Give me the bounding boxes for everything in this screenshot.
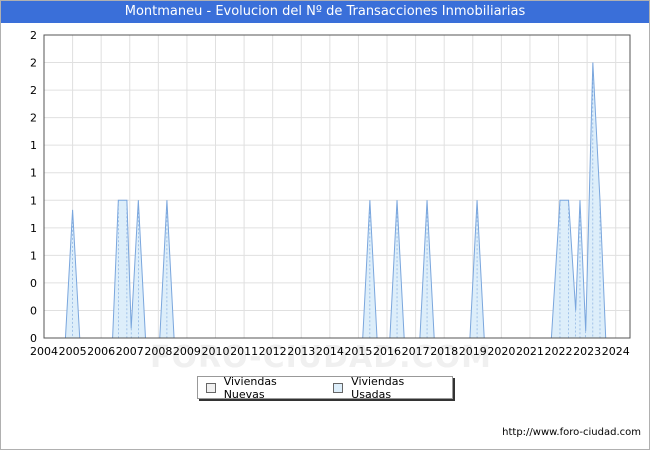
plot-area <box>44 35 630 338</box>
y-tick-label: 1 <box>30 194 37 207</box>
y-tick-label: 2 <box>30 112 37 125</box>
legend-swatch-usadas <box>333 382 344 393</box>
x-tick-label: 2022 <box>545 345 573 358</box>
x-tick-label: 2023 <box>573 345 601 358</box>
y-tick-label: 0 <box>30 277 37 290</box>
x-tick-label: 2021 <box>516 345 544 358</box>
y-tick-label: 2 <box>30 29 37 42</box>
x-tick-label: 2011 <box>230 345 258 358</box>
y-tick-label: 0 <box>30 332 37 345</box>
x-tick-label: 2010 <box>202 345 230 358</box>
x-tick-label: 2004 <box>30 345 58 358</box>
x-tick-label: 2014 <box>316 345 344 358</box>
x-tick-label: 2016 <box>373 345 401 358</box>
x-tick-label: 2013 <box>287 345 315 358</box>
x-tick-label: 2006 <box>87 345 115 358</box>
x-tick-label: 2024 <box>602 345 630 358</box>
x-tick-label: 2005 <box>59 345 87 358</box>
y-tick-label: 2 <box>30 84 37 97</box>
legend: Viviendas Nuevas Viviendas Usadas <box>197 375 453 401</box>
footer-url: http://www.foro-ciudad.com <box>502 427 641 438</box>
legend-item-usadas: Viviendas Usadas <box>333 375 444 401</box>
legend-item-nuevas: Viviendas Nuevas <box>206 375 317 401</box>
x-tick-label: 2017 <box>402 345 430 358</box>
x-tick-label: 2012 <box>259 345 287 358</box>
y-tick-label: 1 <box>30 167 37 180</box>
x-tick-label: 2007 <box>116 345 144 358</box>
x-tick-label: 2009 <box>173 345 201 358</box>
legend-label-nuevas: Viviendas Nuevas <box>223 374 277 401</box>
x-tick-label: 2019 <box>459 345 487 358</box>
x-tick-label: 2018 <box>430 345 458 358</box>
x-tick-label: 2015 <box>344 345 372 358</box>
y-tick-label: 2 <box>30 57 37 70</box>
legend-swatch-nuevas <box>206 382 216 393</box>
x-tick-label: 2020 <box>487 345 515 358</box>
y-tick-label: 1 <box>30 222 37 235</box>
y-tick-label: 0 <box>30 304 37 317</box>
y-tick-label: 1 <box>30 249 37 262</box>
x-tick-label: 2008 <box>144 345 172 358</box>
y-tick-label: 1 <box>30 139 37 152</box>
legend-label-usadas: Viviendas Usadas <box>351 374 405 401</box>
